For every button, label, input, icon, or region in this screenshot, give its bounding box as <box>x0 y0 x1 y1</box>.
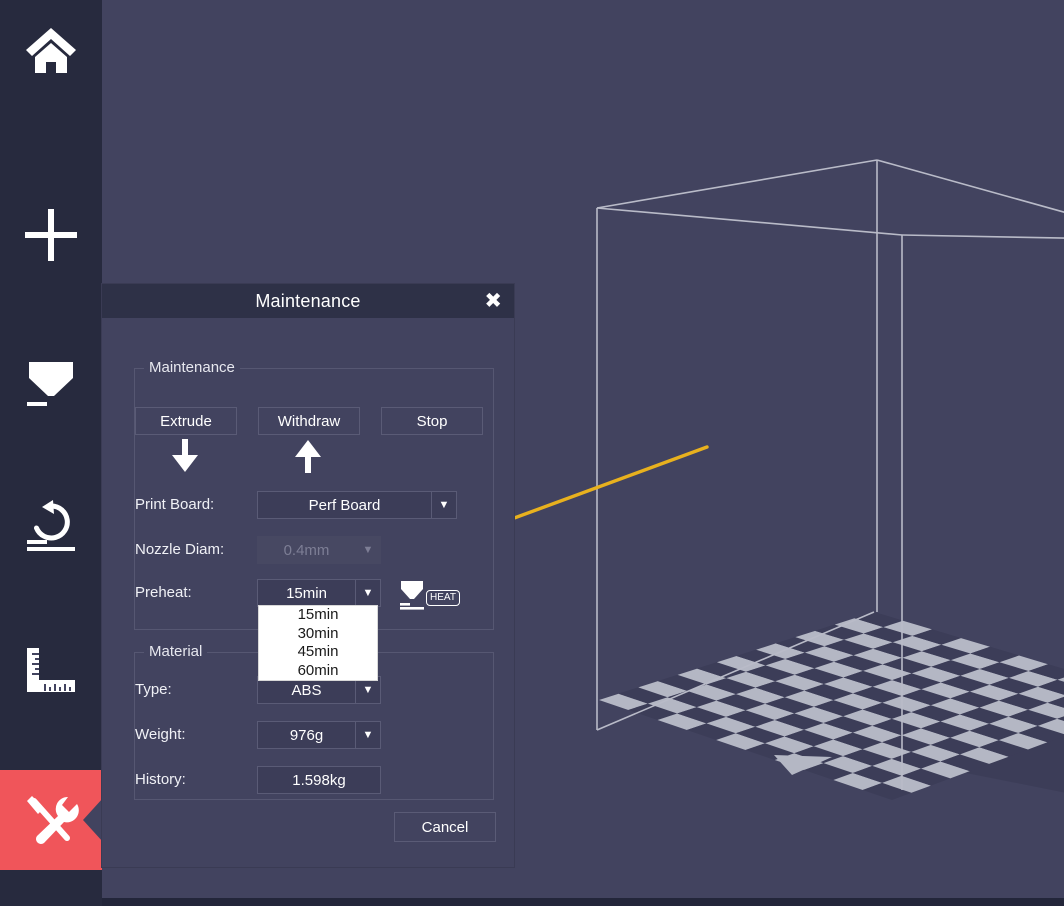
nozzle-diam-combo: 0.4mm ▼ <box>257 536 381 564</box>
print-board-value: Perf Board <box>308 496 381 514</box>
material-weight-value: 976g <box>289 726 324 744</box>
close-icon[interactable]: ✖ <box>484 290 502 312</box>
heat-button-label: HEAT <box>426 589 460 606</box>
nozzle-print-icon <box>23 352 79 408</box>
cancel-button[interactable]: Cancel <box>394 812 496 842</box>
sidebar-item-measure[interactable] <box>0 622 102 722</box>
material-type-label: Type: <box>135 681 172 698</box>
dropdown-option[interactable]: 45min <box>259 643 377 662</box>
preheat-label: Preheat: <box>135 584 192 601</box>
material-history-label: History: <box>135 771 186 788</box>
ruler-icon <box>23 644 79 700</box>
material-weight-label: Weight: <box>135 726 186 743</box>
material-history-field: 1.598kg <box>257 766 381 794</box>
withdraw-button-label: Withdraw <box>277 412 341 430</box>
nozzle-heat-icon <box>399 580 425 615</box>
extrude-down-arrow-icon <box>135 438 235 474</box>
viewport-bottom-bar <box>102 898 1064 906</box>
material-history-value: 1.598kg <box>292 771 346 789</box>
print-board-combo[interactable]: Perf Board ▼ <box>257 491 457 519</box>
application-window: Maintenance ✖ Maintenance Extrude Withdr… <box>0 0 1064 906</box>
home-icon <box>23 24 79 76</box>
preheat-combo[interactable]: 15min ▼ <box>257 579 381 607</box>
dialog-body: Maintenance Extrude Withdraw Stop Print … <box>102 318 514 867</box>
maintenance-dialog: Maintenance ✖ Maintenance Extrude Withdr… <box>102 284 514 867</box>
withdraw-up-arrow-icon <box>258 438 358 474</box>
sidebar-item-add[interactable] <box>0 185 102 285</box>
dropdown-option[interactable]: 60min <box>259 662 377 681</box>
withdraw-button[interactable]: Withdraw <box>258 407 360 435</box>
dialog-title: Maintenance <box>255 290 361 311</box>
sidebar-active-notch <box>83 798 103 842</box>
sidebar-item-home[interactable] <box>0 0 102 100</box>
sidebar-item-print[interactable] <box>0 330 102 430</box>
dropdown-option[interactable]: 30min <box>259 625 377 644</box>
extrude-button[interactable]: Extrude <box>135 407 237 435</box>
build-plate <box>599 612 1064 800</box>
nozzle-diam-value: 0.4mm <box>283 541 330 559</box>
stop-button[interactable]: Stop <box>381 407 483 435</box>
cancel-button-label: Cancel <box>421 818 469 836</box>
chevron-down-icon: ▼ <box>355 580 380 606</box>
preheat-value: 15min <box>286 584 327 602</box>
dropdown-option[interactable]: 15min <box>259 606 377 625</box>
print-board-label: Print Board: <box>135 496 215 513</box>
tools-icon <box>22 791 80 849</box>
sidebar-item-rotate[interactable] <box>0 476 102 576</box>
plus-icon <box>23 207 79 263</box>
nozzle-diam-label: Nozzle Diam: <box>135 541 225 558</box>
sidebar-item-maintenance[interactable] <box>0 770 103 870</box>
extrude-button-label: Extrude <box>160 412 212 430</box>
chevron-down-icon: ▼ <box>355 722 380 748</box>
material-weight-combo[interactable]: 976g ▼ <box>257 721 381 749</box>
stop-button-label: Stop <box>416 412 448 430</box>
left-sidebar <box>0 0 103 906</box>
chevron-down-icon: ▼ <box>431 492 456 518</box>
chevron-down-icon: ▼ <box>362 544 374 556</box>
heat-button[interactable]: HEAT <box>399 580 460 615</box>
rotate-ccw-icon <box>23 498 79 554</box>
maintenance-group-legend: Maintenance <box>144 359 240 376</box>
preheat-dropdown-list[interactable]: 15min 30min 45min 60min <box>258 605 378 681</box>
material-group-legend: Material <box>144 643 208 660</box>
dialog-titlebar: Maintenance ✖ <box>102 284 514 318</box>
